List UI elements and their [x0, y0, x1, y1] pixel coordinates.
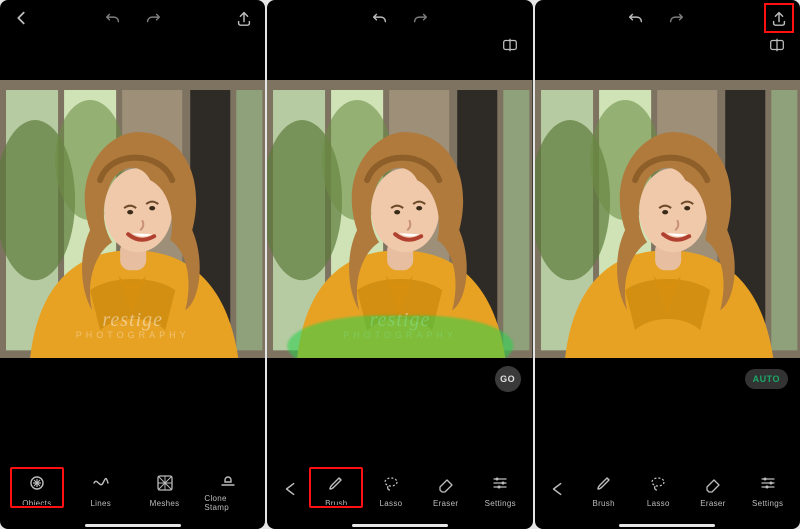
- compare-button[interactable]: [768, 36, 786, 54]
- sliders-icon: [488, 471, 512, 495]
- tool-meshes[interactable]: Meshes: [141, 471, 189, 508]
- tool-lines[interactable]: Lines: [77, 471, 125, 508]
- tool-eraser[interactable]: Eraser: [689, 471, 737, 508]
- panel-step1: restige PHOTOGRAPHY Objects Lines Meshes…: [0, 0, 265, 529]
- home-indicator: [85, 524, 181, 527]
- lasso-icon: [646, 471, 670, 495]
- tool-settings[interactable]: Settings: [744, 471, 792, 508]
- home-indicator: [619, 524, 715, 527]
- tool-settings[interactable]: Settings: [476, 471, 524, 508]
- tool-label: Brush: [325, 499, 347, 508]
- tool-objects[interactable]: Objects: [13, 471, 61, 508]
- top-bar: [0, 0, 265, 36]
- tool-brush[interactable]: Brush: [312, 471, 360, 508]
- undo-button[interactable]: [102, 7, 124, 29]
- undo-button[interactable]: [369, 7, 391, 29]
- bottom-toolbar: Brush Lasso Eraser Settings: [267, 453, 532, 529]
- lasso-icon: [379, 471, 403, 495]
- sparkle-icon: [25, 471, 49, 495]
- action-row: GO: [267, 358, 532, 394]
- tool-label: Settings: [485, 499, 516, 508]
- panel-step3: AUTO Brush Lasso Eraser Settings: [535, 0, 800, 529]
- lines-icon: [89, 471, 113, 495]
- tool-label: Eraser: [433, 499, 458, 508]
- tool-lasso[interactable]: Lasso: [634, 471, 682, 508]
- redo-button[interactable]: [409, 7, 431, 29]
- top-bar: [535, 0, 800, 36]
- compare-bar: [535, 36, 800, 58]
- tool-label: Eraser: [700, 499, 725, 508]
- top-bar: [267, 0, 532, 36]
- undo-button[interactable]: [625, 7, 647, 29]
- tool-lasso[interactable]: Lasso: [367, 471, 415, 508]
- tool-label: Settings: [752, 499, 783, 508]
- tool-label: Meshes: [150, 499, 180, 508]
- home-indicator: [352, 524, 448, 527]
- stamp-icon: [216, 466, 240, 490]
- tool-clone-stamp[interactable]: Clone Stamp: [204, 466, 252, 512]
- redo-button[interactable]: [665, 7, 687, 29]
- back-button[interactable]: [10, 7, 32, 29]
- upload-button[interactable]: [768, 7, 790, 29]
- brush-icon: [324, 471, 348, 495]
- go-button[interactable]: GO: [495, 366, 521, 392]
- tool-label: Brush: [592, 499, 614, 508]
- panel-step2: restige PHOTOGRAPHY GO Brush Lasso Era: [267, 0, 532, 529]
- upload-button[interactable]: [233, 7, 255, 29]
- tool-label: Lines: [90, 499, 111, 508]
- action-row: AUTO: [535, 358, 800, 394]
- sliders-icon: [756, 471, 780, 495]
- canvas[interactable]: restige PHOTOGRAPHY: [267, 80, 532, 358]
- tool-label: Clone Stamp: [204, 494, 252, 512]
- eraser-icon: [701, 471, 725, 495]
- meshes-icon: [153, 471, 177, 495]
- bottom-toolbar: Objects Lines Meshes Clone Stamp: [0, 453, 265, 529]
- eraser-icon: [434, 471, 458, 495]
- compare-bar: [267, 36, 532, 58]
- canvas[interactable]: [535, 80, 800, 358]
- auto-button[interactable]: AUTO: [745, 369, 788, 389]
- compare-button[interactable]: [501, 36, 519, 54]
- toolbar-back-button[interactable]: [543, 480, 573, 498]
- redo-button[interactable]: [142, 7, 164, 29]
- tool-label: Objects: [22, 499, 51, 508]
- tool-label: Lasso: [380, 499, 403, 508]
- canvas[interactable]: restige PHOTOGRAPHY: [0, 80, 265, 358]
- tool-label: Lasso: [647, 499, 670, 508]
- tool-brush[interactable]: Brush: [580, 471, 628, 508]
- bottom-toolbar: Brush Lasso Eraser Settings: [535, 453, 800, 529]
- toolbar-back-button[interactable]: [276, 480, 306, 498]
- brush-icon: [592, 471, 616, 495]
- tutorial-triptych: restige PHOTOGRAPHY Objects Lines Meshes…: [0, 0, 800, 529]
- tool-eraser[interactable]: Eraser: [422, 471, 470, 508]
